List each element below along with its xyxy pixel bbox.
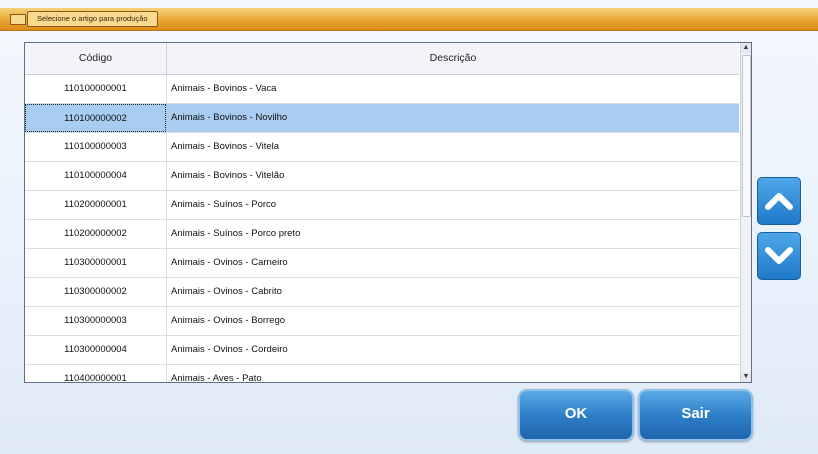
cell-description: Animais - Ovinos - Cordeiro xyxy=(171,344,288,355)
cell-description: Animais - Bovinos - Vitelão xyxy=(171,170,285,181)
cell-code: 110200000002 xyxy=(25,220,167,248)
table-row[interactable]: 110300000002 Animais - Ovinos - Cabrito xyxy=(25,278,739,307)
table-row[interactable]: 110400000001 Animais - Aves - Pato xyxy=(25,365,739,382)
chevron-down-icon xyxy=(765,247,793,264)
table-row[interactable]: 110100000002 Animais - Bovinos - Novilho xyxy=(25,104,739,133)
cell-code: 110100000004 xyxy=(25,162,167,190)
table-row[interactable]: 110300000003 Animais - Ovinos - Borrego xyxy=(25,307,739,336)
scroll-down-button[interactable] xyxy=(757,232,801,280)
cell-description: Animais - Bovinos - Vaca xyxy=(171,83,277,94)
cell-description: Animais - Ovinos - Cabrito xyxy=(171,286,282,297)
cell-code: 110100000001 xyxy=(25,75,167,103)
cell-description: Animais - Bovinos - Novilho xyxy=(171,112,288,123)
column-header-description[interactable]: Descrição xyxy=(167,43,739,74)
cell-code: 110100000003 xyxy=(25,133,167,161)
vertical-scrollbar[interactable]: ▲ ▼ xyxy=(740,43,751,382)
cell-code: 110300000004 xyxy=(25,336,167,364)
cell-code: 110300000001 xyxy=(25,249,167,277)
cell-code: 110300000002 xyxy=(25,278,167,306)
cell-description: Animais - Suínos - Porco xyxy=(171,199,277,210)
table-row[interactable]: 110100000004 Animais - Bovinos - Vitelão xyxy=(25,162,739,191)
table-row[interactable]: 110100000003 Animais - Bovinos - Vitela xyxy=(25,133,739,162)
scroll-up-arrow-icon[interactable]: ▲ xyxy=(741,43,751,53)
cell-description: Animais - Suínos - Porco preto xyxy=(171,228,301,239)
exit-button[interactable]: Sair xyxy=(638,389,753,441)
cell-code: 110300000003 xyxy=(25,307,167,335)
table-row[interactable]: 110300000001 Animais - Ovinos - Carneiro xyxy=(25,249,739,278)
scroll-up-button[interactable] xyxy=(757,177,801,225)
article-grid: Código Descrição 110100000001 Animais - B… xyxy=(24,42,752,383)
table-row[interactable]: 110100000001 Animais - Bovinos - Vaca xyxy=(25,75,739,104)
table-row[interactable]: 110300000004 Animais - Ovinos - Cordeiro xyxy=(25,336,739,365)
cell-description: Animais - Ovinos - Carneiro xyxy=(171,257,288,268)
cell-description: Animais - Ovinos - Borrego xyxy=(171,315,286,326)
cell-description: Animais - Bovinos - Vitela xyxy=(171,141,280,152)
chevron-up-icon xyxy=(765,193,793,210)
title-decoration xyxy=(10,14,26,25)
cell-code: 110400000001 xyxy=(25,365,167,382)
cell-code: 110200000001 xyxy=(25,191,167,219)
cell-code: 110100000002 xyxy=(25,104,166,132)
table-row[interactable]: 110200000001 Animais - Suínos - Porco xyxy=(25,191,739,220)
grid-rows: 110100000001 Animais - Bovinos - Vaca 1101… xyxy=(25,75,739,382)
dialog-title: Selecione o artigo para produção xyxy=(27,11,158,27)
scroll-down-arrow-icon[interactable]: ▼ xyxy=(741,372,751,382)
scrollbar-thumb[interactable] xyxy=(742,55,751,217)
ok-button[interactable]: OK xyxy=(518,389,634,441)
cell-description: Animais - Aves - Pato xyxy=(171,373,262,382)
grid-header: Código Descrição xyxy=(25,43,739,75)
table-row[interactable]: 110200000002 Animais - Suínos - Porco pre… xyxy=(25,220,739,249)
product-selection-dialog: Selecione o artigo para produção Código … xyxy=(0,0,818,454)
column-header-code[interactable]: Código xyxy=(25,43,167,74)
